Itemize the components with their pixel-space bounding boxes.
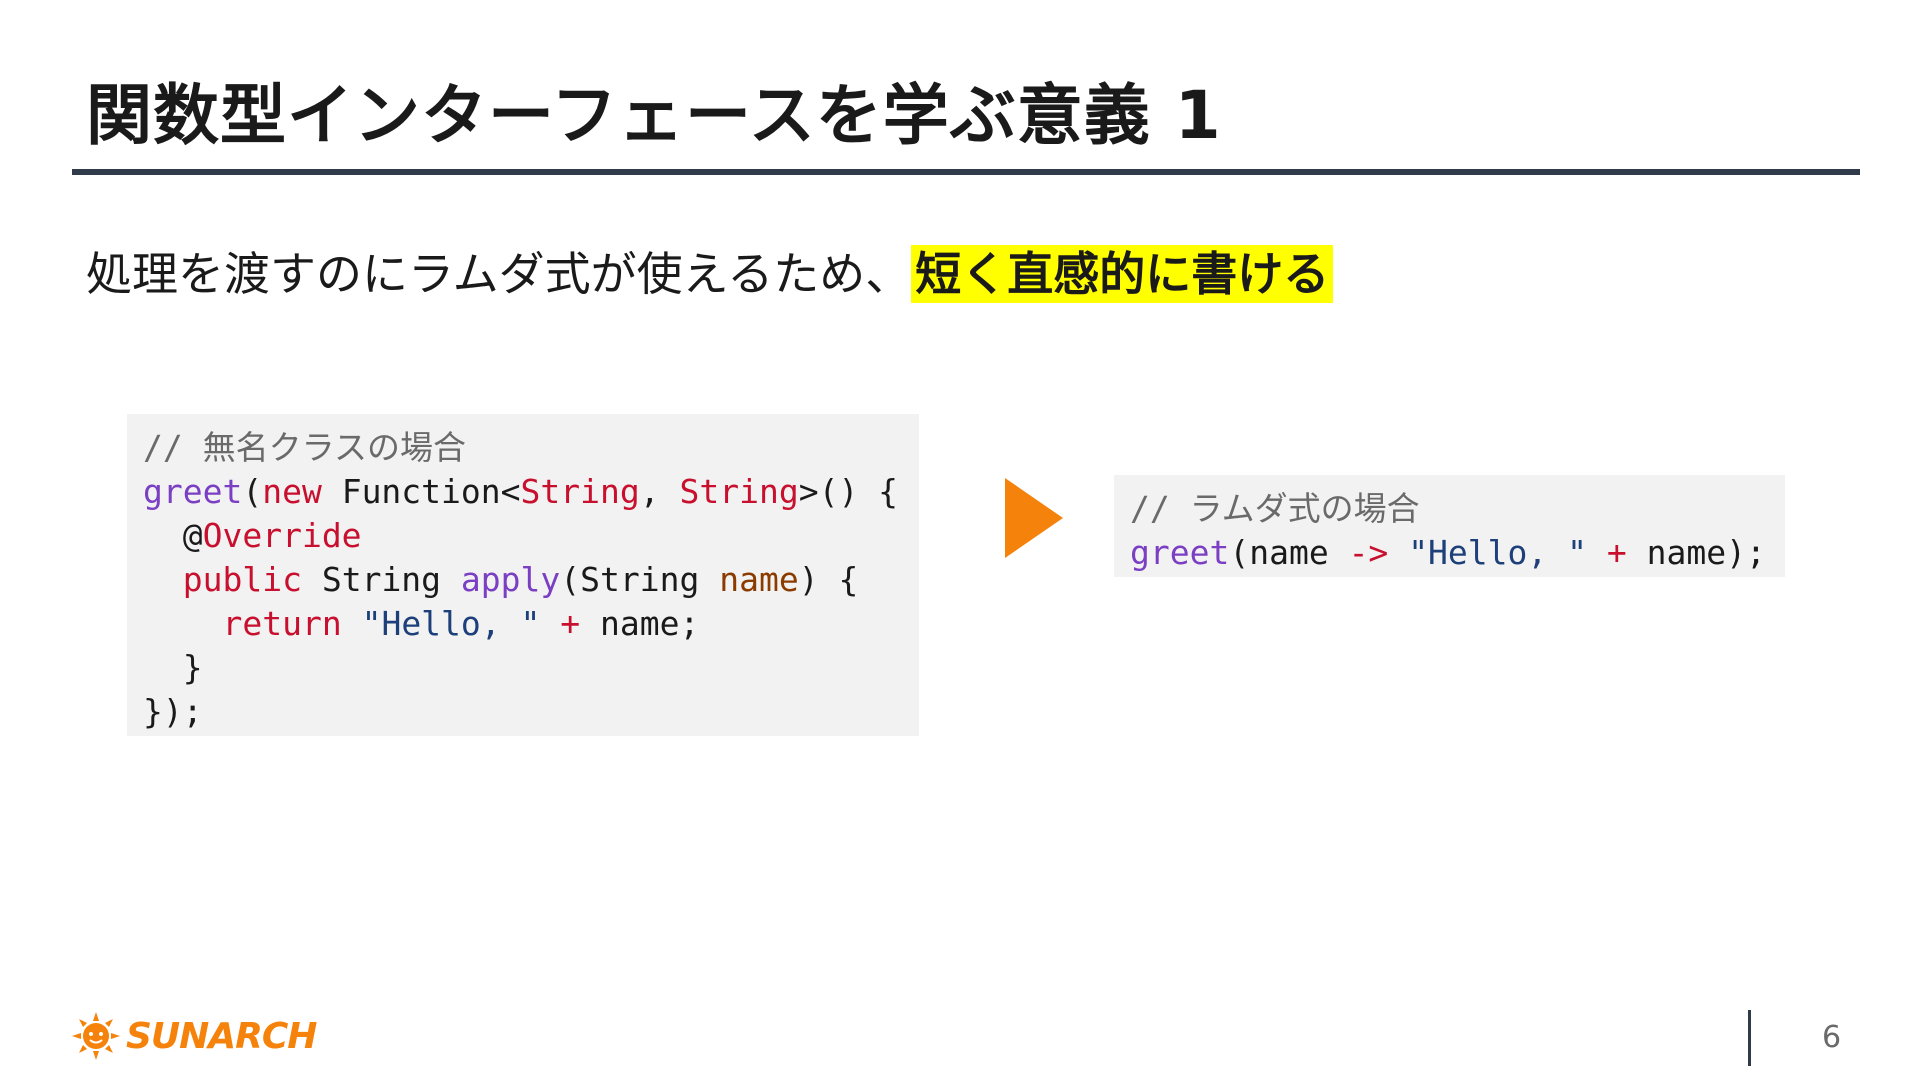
lead-plain: 処理を渡すのにラムダ式が使えるため、 xyxy=(86,247,912,301)
slide-title: 関数型インターフェースを学ぶ意義 1 xyxy=(86,77,1222,154)
code-comment: // ラムダ式の場合 xyxy=(1130,489,1420,528)
sun-icon xyxy=(72,1012,120,1060)
right-arrow-icon xyxy=(1005,478,1063,558)
code-line: greet(name -> "Hello, " + name); xyxy=(1130,533,1766,572)
title-divider xyxy=(72,169,1860,175)
code-line: @Override xyxy=(143,516,362,555)
code-line: return "Hello, " + name; xyxy=(222,604,700,643)
page-number: 6 xyxy=(1822,1020,1842,1055)
code-line: greet(new Function<String, String>() { xyxy=(143,472,899,511)
lead-text: 処理を渡すのにラムダ式が使えるため、短く直感的に書ける xyxy=(86,238,1334,304)
code-line: } xyxy=(143,648,203,687)
footer-divider xyxy=(1748,1010,1751,1066)
code-line: public String apply(String name) { xyxy=(182,560,859,599)
anonymous-class-code-block: // 無名クラスの場合 greet(new Function<String, S… xyxy=(127,414,919,736)
sunarch-logo: SUNARCH xyxy=(70,1010,317,1062)
logo-text: SUNARCH xyxy=(126,1015,317,1057)
lead-highlight: 短く直感的に書ける xyxy=(911,245,1334,303)
code-line: }); xyxy=(143,692,203,731)
code-comment: // 無名クラスの場合 xyxy=(143,428,466,467)
lambda-code-block: // ラムダ式の場合 greet(name -> "Hello, " + nam… xyxy=(1114,475,1785,577)
slide: 関数型インターフェースを学ぶ意義 1 処理を渡すのにラムダ式が使えるため、短く直… xyxy=(0,0,1920,1080)
